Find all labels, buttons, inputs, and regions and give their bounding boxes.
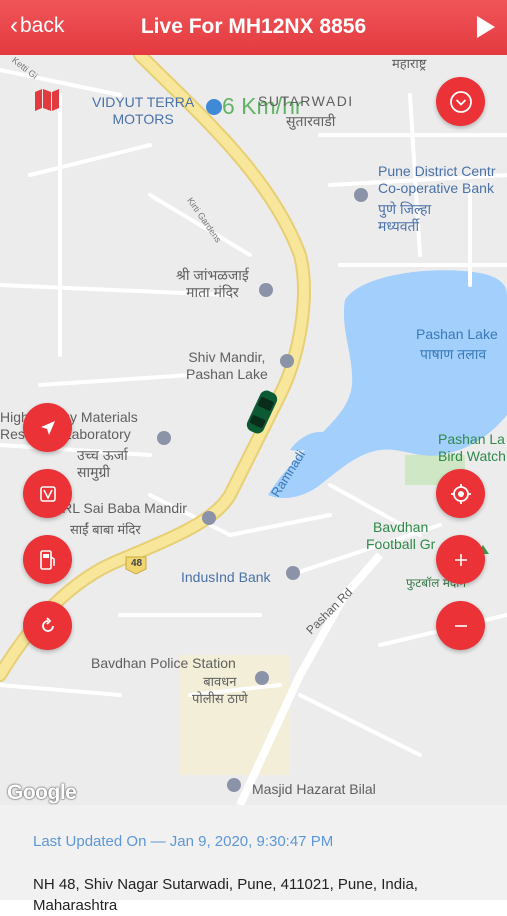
map-label-high-energy-mr: उच्च ऊर्जा सामुग्री bbox=[77, 447, 128, 480]
parking-icon bbox=[39, 485, 56, 502]
last-updated-text: Last Updated On — Jan 9, 2020, 9:30:47 P… bbox=[33, 833, 334, 850]
navigation-arrow-icon bbox=[40, 420, 55, 435]
map-label-masjid: Masjid Hazarat Bilal bbox=[252, 781, 376, 797]
fuel-icon bbox=[39, 549, 55, 570]
map-label-shiv-mandir: Shiv Mandir, Pashan Lake bbox=[186, 349, 268, 382]
map-label-pune-district: Pune District Centr Co-operative Bank bbox=[378, 163, 496, 196]
play-icon[interactable] bbox=[477, 16, 495, 38]
collapse-button[interactable] bbox=[436, 77, 485, 126]
map-label-bavdhan-police: Bavdhan Police Station bbox=[91, 655, 236, 671]
map-label-nh48: 48 bbox=[131, 558, 143, 569]
parking-button[interactable] bbox=[23, 469, 72, 518]
map-label-maharashtra: महाराष्ट्र bbox=[392, 56, 427, 71]
top-bar: ‹ back Live For MH12NX 8856 bbox=[0, 0, 507, 55]
map-label-pashan-lake-mr: पाषाण तलाव bbox=[420, 346, 487, 362]
zoom-out-button[interactable] bbox=[436, 601, 485, 650]
map-label-vidyut: VIDYUT TERRA MOTORS bbox=[92, 94, 195, 127]
info-panel: Last Updated On — Jan 9, 2020, 9:30:47 P… bbox=[0, 805, 507, 914]
map-label-pashan-bird: Pashan La Bird Watch bbox=[438, 431, 506, 464]
address-text: NH 48, Shiv Nagar Sutarwadi, Pune, 41102… bbox=[33, 876, 418, 914]
zoom-in-button[interactable] bbox=[436, 535, 485, 584]
refresh-button[interactable] bbox=[23, 601, 72, 650]
map-label-sutarwadi-mr: सुतारवाडी bbox=[286, 113, 336, 129]
minus-icon bbox=[454, 624, 467, 627]
map-type-icon[interactable] bbox=[34, 89, 60, 116]
google-logo: Google bbox=[7, 781, 77, 804]
map-label-indusind: IndusInd Bank bbox=[181, 569, 271, 585]
map-label-jambhalai: श्री जांभळजाई माता मंदिर bbox=[176, 267, 249, 300]
fuel-button[interactable] bbox=[23, 535, 72, 584]
map-label-bavdhan-football: Bavdhan Football Gr bbox=[366, 519, 436, 552]
page-title: Live For MH12NX 8856 bbox=[140, 15, 367, 38]
refresh-icon bbox=[41, 616, 54, 632]
navigate-button[interactable] bbox=[23, 403, 72, 452]
map-label-bavdhan-police-mr: बावधन पोलीस ठाणे bbox=[192, 674, 248, 706]
crosshair-icon bbox=[450, 483, 471, 504]
plus-icon bbox=[454, 553, 467, 566]
map-label-pashan-lake: Pashan Lake bbox=[416, 326, 498, 342]
map-label-sai-baba-mr: साईं बाबा मंदिर bbox=[70, 522, 141, 537]
map-label-sutarwadi: SUTARWADI bbox=[258, 93, 354, 109]
chevron-down-circle-icon bbox=[449, 90, 472, 113]
locate-button[interactable] bbox=[436, 469, 485, 518]
map-label-pune-district-mr: पुणे जिल्हा मध्यवर्ती bbox=[378, 201, 432, 234]
map-view[interactable]: Ketti Gi महाराष्ट्र VIDYUT TERRA MOTORS … bbox=[0, 55, 507, 805]
